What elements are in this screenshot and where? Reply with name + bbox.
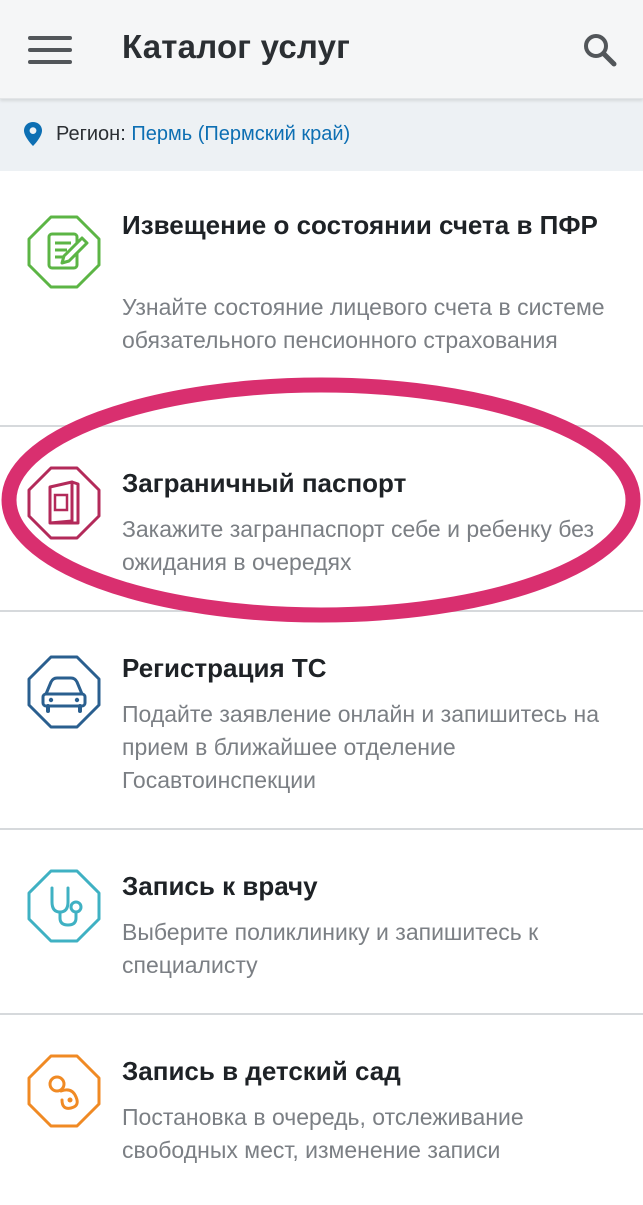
service-description: Выберите поликлинику и запишитесь к спец… xyxy=(122,919,539,978)
document-edit-icon xyxy=(27,215,101,289)
service-title: Регистрация ТС xyxy=(122,653,327,683)
service-item-vehicle-registration[interactable]: Регистрация ТС Подайте заявление онлайн … xyxy=(0,612,643,830)
service-title: Запись в детский сад xyxy=(122,1056,401,1086)
service-item-passport[interactable]: Заграничный паспорт Закажите загранпаспо… xyxy=(0,427,643,612)
page-title: Каталог услуг xyxy=(122,28,351,65)
search-icon[interactable] xyxy=(580,30,620,70)
service-item-kindergarten[interactable]: Запись в детский сад Постановка в очеред… xyxy=(0,1015,643,1205)
service-description: Закажите загранпаспорт себе и ребенку бе… xyxy=(122,516,595,575)
stethoscope-icon xyxy=(27,869,101,943)
hamburger-menu-icon[interactable] xyxy=(28,36,72,64)
service-description: Узнайте состояние лицевого счета в систе… xyxy=(122,294,605,353)
service-title: Заграничный паспорт xyxy=(122,468,407,498)
app-bar: Каталог услуг xyxy=(0,0,643,99)
service-item-doctor[interactable]: Запись к врачу Выберите поликлинику и за… xyxy=(0,830,643,1015)
region-bar: Регион: Пермь (Пермский край) xyxy=(0,99,643,171)
service-list: Извещение о состоянии счета в ПФР Узнайт… xyxy=(0,171,643,1205)
service-description: Постановка в очередь, отслеживание свобо… xyxy=(122,1104,524,1163)
service-description: Подайте заявление онлайн и запишитесь на… xyxy=(122,701,600,793)
car-icon xyxy=(27,655,101,729)
service-title: Извещение о состоянии счета в ПФР xyxy=(122,210,598,240)
pacifier-icon xyxy=(27,1054,101,1128)
region-link[interactable]: Пермь (Пермский край) xyxy=(131,123,350,145)
location-pin-icon xyxy=(24,122,42,146)
service-title: Запись к врачу xyxy=(122,871,318,901)
service-item-pfr[interactable]: Извещение о состоянии счета в ПФР Узнайт… xyxy=(0,171,643,427)
passport-icon xyxy=(27,466,101,540)
region-label: Регион: xyxy=(56,123,126,145)
